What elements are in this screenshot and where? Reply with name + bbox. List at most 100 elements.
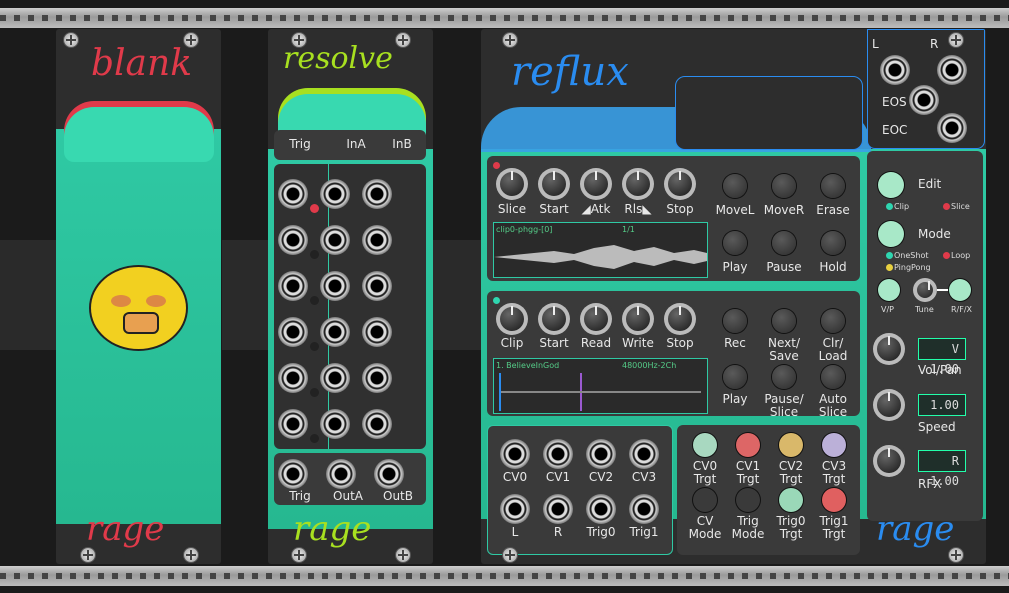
cv3-jack[interactable] [629, 439, 659, 469]
cv1-trgt-button[interactable] [736, 433, 760, 457]
cv-mode-button[interactable] [693, 488, 717, 512]
left-output-jack[interactable] [880, 55, 910, 85]
vol-pan-knob[interactable] [873, 333, 905, 365]
rfx-label: RFX [918, 477, 942, 491]
speed-label: Speed [918, 420, 956, 434]
next-save-button[interactable] [772, 309, 796, 333]
outa-jack[interactable] [326, 459, 356, 489]
ina-input-jack[interactable] [320, 179, 350, 209]
trig-input-jack[interactable] [278, 179, 308, 209]
rfx-knob[interactable] [873, 445, 905, 477]
eoc-jack[interactable] [937, 113, 967, 143]
brand-logo: rage [293, 509, 372, 549]
next-save-label: Next/ Save [768, 336, 800, 363]
edit-button[interactable] [878, 172, 904, 198]
rec-led [493, 297, 500, 304]
trig1-jack[interactable] [629, 494, 659, 524]
trig-input-jack[interactable] [278, 363, 308, 393]
ina-input-jack[interactable] [320, 225, 350, 255]
pause-slice-label: Pause/ Slice [764, 392, 804, 419]
trig0-trgt-button[interactable] [779, 488, 803, 512]
inb-input-jack[interactable] [362, 271, 392, 301]
cv2-label: CV2 [588, 470, 614, 484]
outb-label: OutB [383, 489, 413, 503]
cv0-trgt-button[interactable] [693, 433, 717, 457]
auto-slice-button[interactable] [821, 365, 845, 389]
cv0-jack[interactable] [500, 439, 530, 469]
rec-button[interactable] [723, 309, 747, 333]
slice-knob[interactable] [496, 168, 528, 200]
inb-input-jack[interactable] [362, 317, 392, 347]
erase-button[interactable] [821, 174, 845, 198]
inb-label: InB [392, 137, 412, 151]
right-output-jack[interactable] [937, 55, 967, 85]
r-jack[interactable] [543, 494, 573, 524]
inb-input-jack[interactable] [362, 179, 392, 209]
trig-input-jack[interactable] [278, 409, 308, 439]
screw [396, 33, 410, 47]
play-led [493, 162, 500, 169]
trig1-trgt-button[interactable] [822, 488, 846, 512]
vp-button[interactable] [878, 279, 900, 301]
mover-label: MoveR [763, 203, 805, 217]
ina-input-jack[interactable] [320, 317, 350, 347]
cv3-trgt-button[interactable] [822, 433, 846, 457]
start-knob[interactable] [538, 303, 570, 335]
hold-button[interactable] [821, 231, 845, 255]
trig-input-jack[interactable] [278, 271, 308, 301]
read-knob[interactable] [580, 303, 612, 335]
cv1-jack[interactable] [543, 439, 573, 469]
stop-knob[interactable] [664, 303, 696, 335]
play-button[interactable] [723, 231, 747, 255]
pause-label: Pause [766, 260, 802, 274]
row-led [310, 250, 319, 259]
ina-input-jack[interactable] [320, 409, 350, 439]
cv2-trgt-button[interactable] [779, 433, 803, 457]
mode-button[interactable] [878, 221, 904, 247]
play-label: Play [722, 260, 748, 274]
speed-knob[interactable] [873, 389, 905, 421]
resolve-module: resolve Trig InA InB Trig OutA OutB rage [268, 29, 433, 564]
pause-button[interactable] [772, 231, 796, 255]
clip-label: Clip [500, 336, 524, 350]
atk-knob[interactable] [580, 168, 612, 200]
empty-rack-space [0, 240, 56, 350]
trig-input-jack[interactable] [278, 225, 308, 255]
rls-knob[interactable] [622, 168, 654, 200]
tune-knob[interactable] [913, 278, 937, 302]
outb-jack[interactable] [374, 459, 404, 489]
screw [503, 33, 517, 47]
clr-load-button[interactable] [821, 309, 845, 333]
auto-slice-label: Auto Slice [818, 392, 848, 419]
trig-mode-button[interactable] [736, 488, 760, 512]
write-knob[interactable] [622, 303, 654, 335]
cv3-label: CV3 [631, 470, 657, 484]
tune-label: Tune [915, 305, 934, 314]
trig-output-jack[interactable] [278, 459, 308, 489]
rack-rail-bottom [0, 566, 1009, 586]
ina-input-jack[interactable] [320, 363, 350, 393]
play-button[interactable] [723, 365, 747, 389]
rfx-btn-label: R/F/X [951, 305, 973, 314]
mover-button[interactable] [772, 174, 796, 198]
ina-input-jack[interactable] [320, 271, 350, 301]
rfx-button[interactable] [949, 279, 971, 301]
l-jack[interactable] [500, 494, 530, 524]
start-knob[interactable] [538, 168, 570, 200]
clip-knob[interactable] [496, 303, 528, 335]
inb-input-jack[interactable] [362, 363, 392, 393]
module-title: blank [91, 43, 193, 84]
pause-slice-button[interactable] [772, 365, 796, 389]
inb-input-jack[interactable] [362, 409, 392, 439]
vol-display: V 1.00 [918, 338, 966, 376]
movel-button[interactable] [723, 174, 747, 198]
display-screen [675, 76, 863, 150]
row-led [310, 342, 319, 351]
trig-input-jack[interactable] [278, 317, 308, 347]
eos-jack[interactable] [909, 85, 939, 115]
cv2-jack[interactable] [586, 439, 616, 469]
trig0-jack[interactable] [586, 494, 616, 524]
reflux-module: reflux L R EOS EOC clip0-phgg-[0] 1/1 1.… [481, 29, 986, 564]
stop-knob[interactable] [664, 168, 696, 200]
inb-input-jack[interactable] [362, 225, 392, 255]
